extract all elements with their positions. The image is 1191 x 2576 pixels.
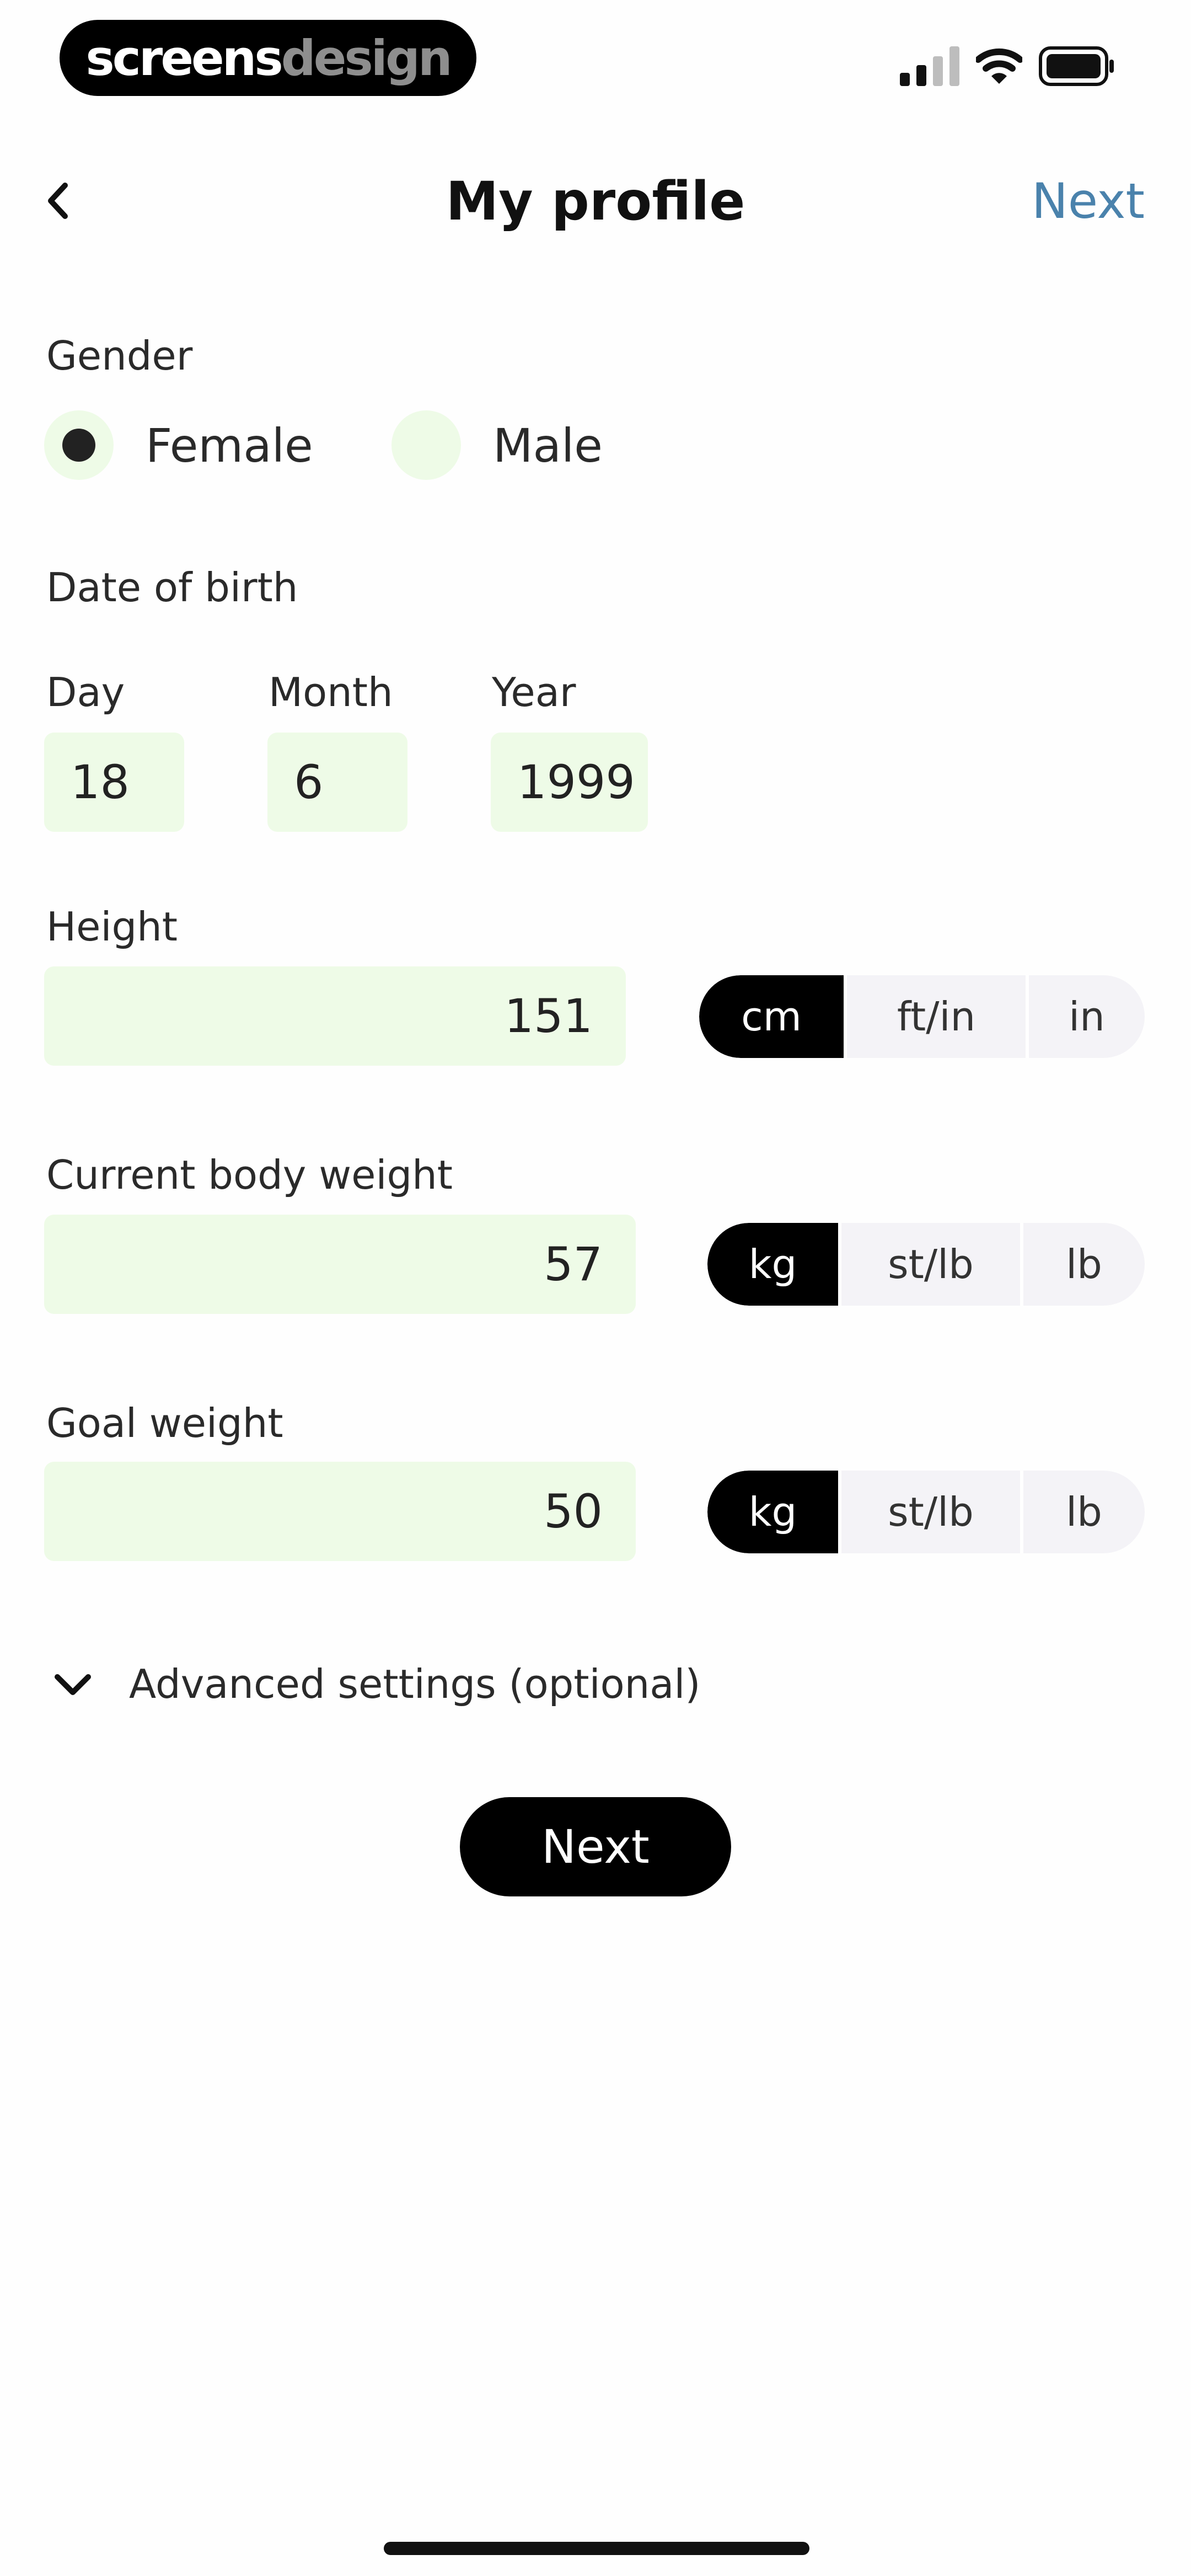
current-weight-label: Current body weight (46, 1152, 453, 1198)
unit-option-st-lb[interactable]: st/lb (838, 1223, 1020, 1306)
female-radio[interactable] (44, 410, 114, 480)
brand-logo-part1: screens (85, 29, 283, 87)
unit-option-kg[interactable]: kg (707, 1471, 838, 1553)
radio-selected-dot (62, 429, 95, 462)
height-field[interactable]: 151 (44, 966, 626, 1066)
male-radio[interactable] (391, 410, 461, 480)
advanced-settings-toggle[interactable]: Advanced settings (optional) (129, 1656, 701, 1712)
wifi-icon (976, 48, 1022, 84)
month-field[interactable]: 6 (267, 733, 407, 832)
year-field[interactable]: 1999 (491, 733, 648, 832)
chevron-down-icon[interactable] (53, 1670, 93, 1699)
unit-option-st-lb[interactable]: st/lb (838, 1471, 1020, 1553)
unit-option-kg[interactable]: kg (707, 1223, 838, 1306)
battery-icon (1039, 46, 1114, 86)
brand-logo-part2: design (281, 29, 453, 87)
brand-logo: screens design (60, 20, 476, 96)
height-label: Height (46, 904, 178, 950)
goal-weight-unit-selector: kg st/lb lb (707, 1471, 1145, 1553)
header-next-button[interactable]: Next (1032, 165, 1145, 237)
page-title: My profile (446, 170, 745, 232)
cellular-signal-icon (900, 46, 959, 86)
height-unit-selector: cm ft/in in (699, 975, 1145, 1058)
year-label: Year (492, 669, 576, 715)
unit-option-lb[interactable]: lb (1020, 1471, 1145, 1553)
female-label[interactable]: Female (146, 415, 313, 476)
current-weight-field[interactable]: 57 (44, 1215, 636, 1314)
next-button[interactable]: Next (460, 1797, 731, 1896)
unit-option-lb[interactable]: lb (1020, 1223, 1145, 1306)
goal-weight-field[interactable]: 50 (44, 1462, 636, 1561)
goal-weight-label: Goal weight (46, 1400, 283, 1446)
dob-label: Date of birth (46, 564, 298, 611)
unit-option-cm[interactable]: cm (699, 975, 844, 1058)
unit-option-in[interactable]: in (1026, 975, 1145, 1058)
home-indicator (384, 2542, 809, 2555)
unit-option-ft-in[interactable]: ft/in (844, 975, 1026, 1058)
month-label: Month (269, 669, 393, 715)
male-label[interactable]: Male (493, 415, 603, 476)
profile-screen: screens design My profile Next Gender Fem… (0, 0, 1191, 2576)
current-weight-unit-selector: kg st/lb lb (707, 1223, 1145, 1306)
gender-label: Gender (46, 333, 193, 379)
day-field[interactable]: 18 (44, 733, 184, 832)
day-label: Day (46, 669, 125, 715)
